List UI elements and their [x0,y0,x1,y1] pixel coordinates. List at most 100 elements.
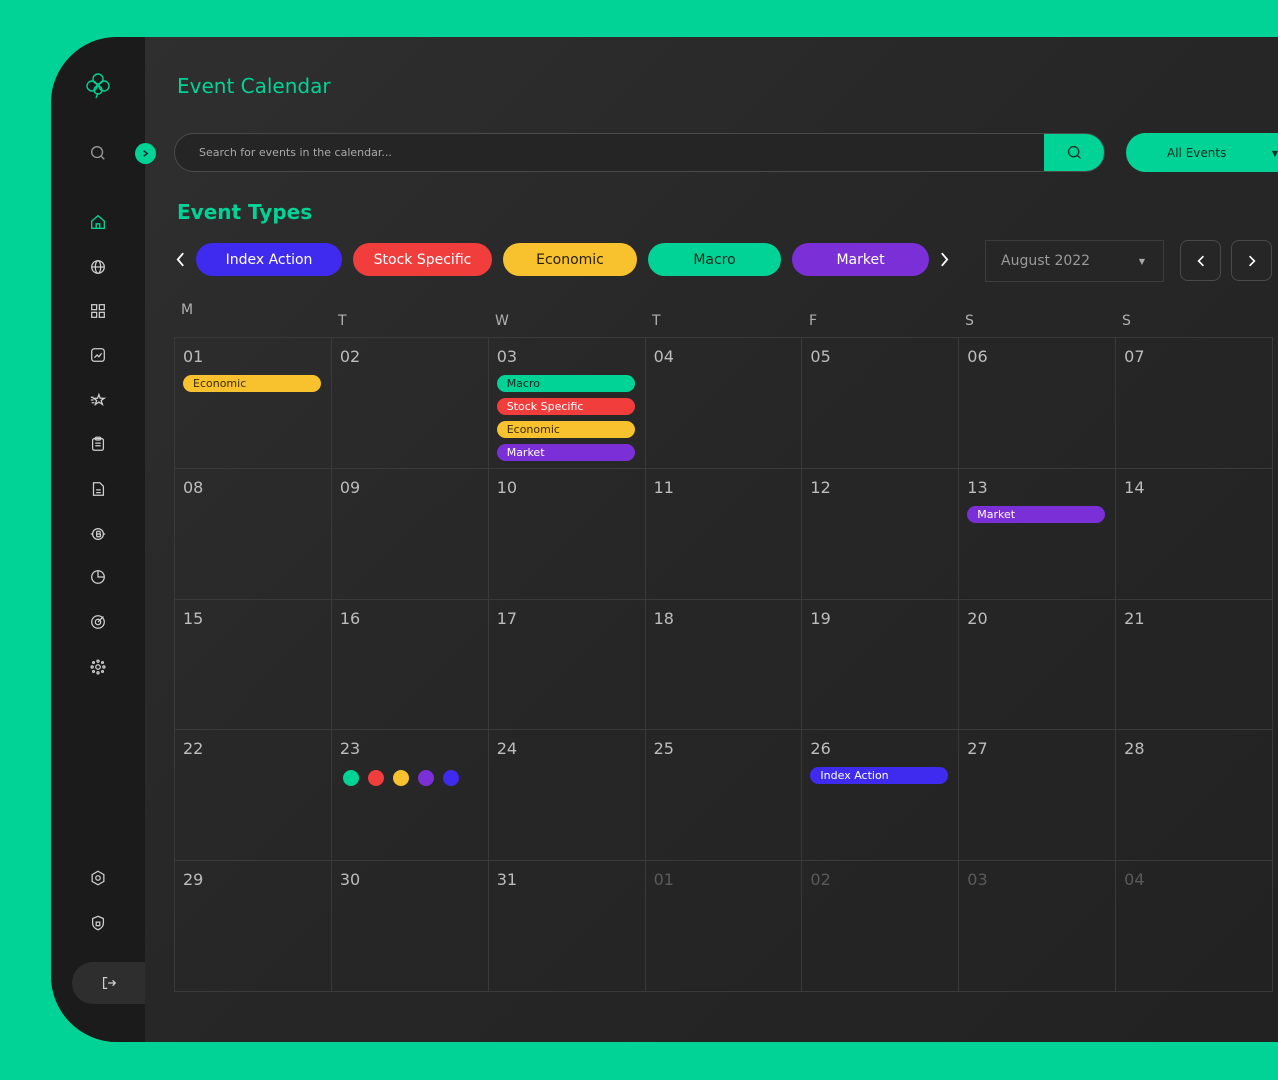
shield-icon[interactable] [88,913,108,933]
calendar-day-number: 16 [339,608,361,628]
calendar-day-number: 06 [967,347,988,366]
calendar-day-number: 21 [1124,608,1145,628]
calendar-day-cell[interactable]: 16 [331,599,489,731]
calendar-day-cell[interactable]: 27 [959,730,1117,862]
calendar-day-number: 10 [496,477,518,497]
clipboard-icon[interactable] [88,434,108,454]
bitcoin-icon[interactable] [88,524,108,544]
grid-icon[interactable] [88,301,108,321]
calendar-day-cell[interactable]: 17 [488,599,646,731]
month-select[interactable]: August 2022 ▼ [985,240,1164,282]
calendar-day-cell[interactable]: 28 [1116,730,1273,862]
weekday-header: T [652,313,661,329]
calendar-day-cell[interactable]: 13 Market [959,468,1117,600]
calendar-day-cell[interactable]: 04 [1116,861,1273,992]
calendar-day-cell[interactable]: 30 [331,861,489,992]
calendar-event-tag[interactable]: Economic [496,421,635,438]
event-type-stock-specific[interactable]: Stock Specific [353,243,492,276]
calendar-day-cell[interactable]: 01 Economic [175,338,332,469]
weekday-header: F [809,313,818,329]
calendar-day-cell[interactable]: 03 Macro Stock Specific Economic Market [488,338,646,469]
prev-month-button[interactable] [1180,240,1221,281]
calendar-day-cell[interactable]: 05 [802,338,960,469]
calendar-day-cell[interactable]: 07 [1116,338,1273,469]
calendar-day-cell[interactable]: 21 [1116,599,1273,731]
calendar-day-cell[interactable]: 09 [331,468,489,600]
calendar-day-cell[interactable]: 02 [331,338,489,469]
calendar-day-cell[interactable]: 19 [802,599,960,731]
calendar-day-cell[interactable]: 12 [802,468,960,600]
event-filter-dropdown[interactable]: All Events ▼ [1126,133,1278,172]
calendar-day-cell[interactable]: 03 [959,861,1117,992]
caret-down-icon: ▼ [1138,257,1145,266]
settings-icon[interactable] [88,868,108,888]
calendar-day-cell[interactable]: 29 [175,861,332,992]
event-types-next-button[interactable] [937,248,951,270]
calendar-day-number: 02 [339,347,361,366]
calendar-day-number: 30 [339,870,361,890]
document-icon[interactable] [88,479,108,499]
search-button[interactable] [1044,134,1104,171]
calendar-day-cell[interactable]: 14 [1116,468,1273,600]
calendar-day-cell[interactable]: 22 [175,730,332,862]
calendar-day-cell[interactable]: 04 [645,338,803,469]
calendar-day-number: 01 [653,870,674,890]
calendar-grid: 01 Economic 02 03 Macro Stock Specific Economi… [174,337,1273,992]
calendar-day-number: 03 [967,870,988,890]
calendar-day-cell[interactable]: 23 [331,730,489,862]
sidebar-expand-button[interactable] [135,143,156,164]
stars-icon[interactable] [88,390,108,410]
calendar-day-number: 14 [1124,477,1145,497]
chart-icon[interactable] [88,345,108,365]
event-types-prev-button[interactable] [173,248,187,270]
pie-chart-icon[interactable] [88,567,108,587]
calendar-day-number: 29 [183,870,204,890]
calendar-day-number: 23 [339,739,361,759]
home-icon[interactable] [88,212,108,232]
calendar-day-cell[interactable]: 10 [488,468,646,600]
event-type-economic[interactable]: Economic [503,243,637,276]
calendar-day-cell[interactable]: 08 [175,468,332,600]
calendar-event-tag[interactable]: Macro [496,375,635,392]
calendar-day-number: 31 [496,870,518,890]
logo-icon[interactable] [84,71,112,99]
calendar-day-cell[interactable]: 25 [645,730,803,862]
calendar-event-tag[interactable]: Economic [183,375,321,392]
calendar-day-cell[interactable]: 11 [645,468,803,600]
calendar-event-tag[interactable]: Market [496,444,635,461]
event-type-macro[interactable]: Macro [648,243,781,276]
logout-button[interactable] [72,962,145,1004]
search-input[interactable] [175,134,1044,171]
calendar-day-cell[interactable]: 24 [488,730,646,862]
calendar-event-tag[interactable]: Stock Specific [496,398,635,415]
calendar-day-number: 12 [810,477,831,497]
event-dot[interactable] [392,770,409,787]
calendar-day-cell[interactable]: 15 [175,599,332,731]
calendar-day-cell[interactable]: 02 [802,861,960,992]
network-icon[interactable] [88,657,108,677]
event-dot[interactable] [442,770,459,787]
calendar-event-tag[interactable]: Index Action [810,767,949,785]
calendar-day-number: 15 [183,608,204,628]
calendar-event-tag[interactable]: Market [967,505,1106,523]
calendar-day-cell[interactable]: 18 [645,599,803,731]
event-type-index-action[interactable]: Index Action [196,243,342,276]
calendar-day-cell[interactable]: 31 [488,861,646,992]
globe-icon[interactable] [88,257,108,277]
event-dot[interactable] [342,770,359,787]
event-dot[interactable] [417,770,434,787]
search-icon[interactable] [88,143,108,163]
calendar-day-number: 26 [810,739,831,759]
next-month-button[interactable] [1231,240,1272,281]
calendar-day-number: 13 [967,477,988,497]
calendar-day-cell[interactable]: 26 Index Action [802,730,960,862]
event-type-market[interactable]: Market [792,243,929,276]
calendar-day-cell[interactable]: 01 [645,861,803,992]
target-icon[interactable] [88,612,108,632]
calendar-day-number: 05 [810,347,831,366]
event-dot[interactable] [367,770,384,787]
month-select-value: August 2022 [1001,253,1091,269]
calendar-day-cell[interactable]: 20 [959,599,1117,731]
chevron-right-icon [1248,255,1256,266]
calendar-day-cell[interactable]: 06 [959,338,1117,469]
